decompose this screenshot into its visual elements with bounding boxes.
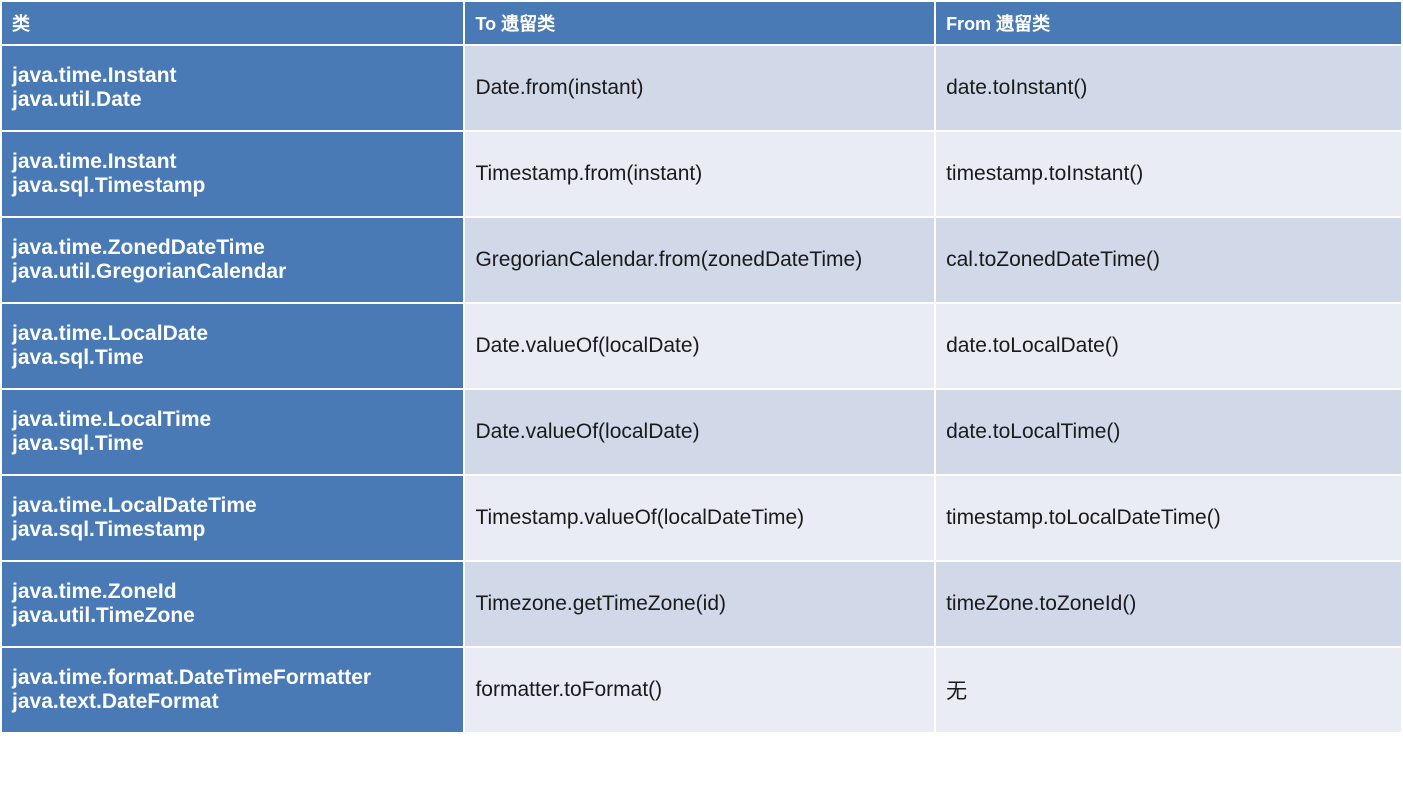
table-row: java.time.format.DateTimeFormatter java.… xyxy=(2,648,1401,732)
table-row: java.time.LocalDateTime java.sql.Timesta… xyxy=(2,476,1401,560)
header-from-legacy: From 遗留类 xyxy=(936,2,1401,44)
cell-to-legacy: Timestamp.from(instant) xyxy=(465,132,934,216)
cell-from-legacy: cal.toZonedDateTime() xyxy=(936,218,1401,302)
cell-class-pair: java.time.Instant java.sql.Timestamp xyxy=(2,132,463,216)
cell-from-legacy: date.toLocalDate() xyxy=(936,304,1401,388)
cell-from-legacy: timeZone.toZoneId() xyxy=(936,562,1401,646)
cell-from-legacy: timestamp.toLocalDateTime() xyxy=(936,476,1401,560)
cell-to-legacy: Date.valueOf(localDate) xyxy=(465,390,934,474)
cell-class-pair: java.time.ZonedDateTime java.util.Gregor… xyxy=(2,218,463,302)
cell-from-legacy: 无 xyxy=(936,648,1401,732)
header-to-legacy: To 遗留类 xyxy=(465,2,934,44)
cell-to-legacy: Timestamp.valueOf(localDateTime) xyxy=(465,476,934,560)
cell-to-legacy: Date.from(instant) xyxy=(465,46,934,130)
cell-to-legacy: formatter.toFormat() xyxy=(465,648,934,732)
table-header-row: 类 To 遗留类 From 遗留类 xyxy=(2,2,1401,44)
cell-to-legacy: Timezone.getTimeZone(id) xyxy=(465,562,934,646)
cell-class-pair: java.time.LocalDateTime java.sql.Timesta… xyxy=(2,476,463,560)
table-row: java.time.LocalDate java.sql.Time Date.v… xyxy=(2,304,1401,388)
cell-from-legacy: date.toInstant() xyxy=(936,46,1401,130)
cell-class-pair: java.time.Instant java.util.Date xyxy=(2,46,463,130)
cell-from-legacy: timestamp.toInstant() xyxy=(936,132,1401,216)
cell-class-pair: java.time.format.DateTimeFormatter java.… xyxy=(2,648,463,732)
table-row: java.time.ZoneId java.util.TimeZone Time… xyxy=(2,562,1401,646)
table-row: java.time.Instant java.sql.Timestamp Tim… xyxy=(2,132,1401,216)
cell-from-legacy: date.toLocalTime() xyxy=(936,390,1401,474)
header-class: 类 xyxy=(2,2,463,44)
cell-class-pair: java.time.LocalTime java.sql.Time xyxy=(2,390,463,474)
table-row: java.time.LocalTime java.sql.Time Date.v… xyxy=(2,390,1401,474)
table-row: java.time.ZonedDateTime java.util.Gregor… xyxy=(2,218,1401,302)
cell-to-legacy: GregorianCalendar.from(zonedDateTime) xyxy=(465,218,934,302)
table-row: java.time.Instant java.util.Date Date.fr… xyxy=(2,46,1401,130)
conversion-table: 类 To 遗留类 From 遗留类 java.time.Instant java… xyxy=(0,0,1403,734)
cell-class-pair: java.time.ZoneId java.util.TimeZone xyxy=(2,562,463,646)
cell-to-legacy: Date.valueOf(localDate) xyxy=(465,304,934,388)
cell-class-pair: java.time.LocalDate java.sql.Time xyxy=(2,304,463,388)
